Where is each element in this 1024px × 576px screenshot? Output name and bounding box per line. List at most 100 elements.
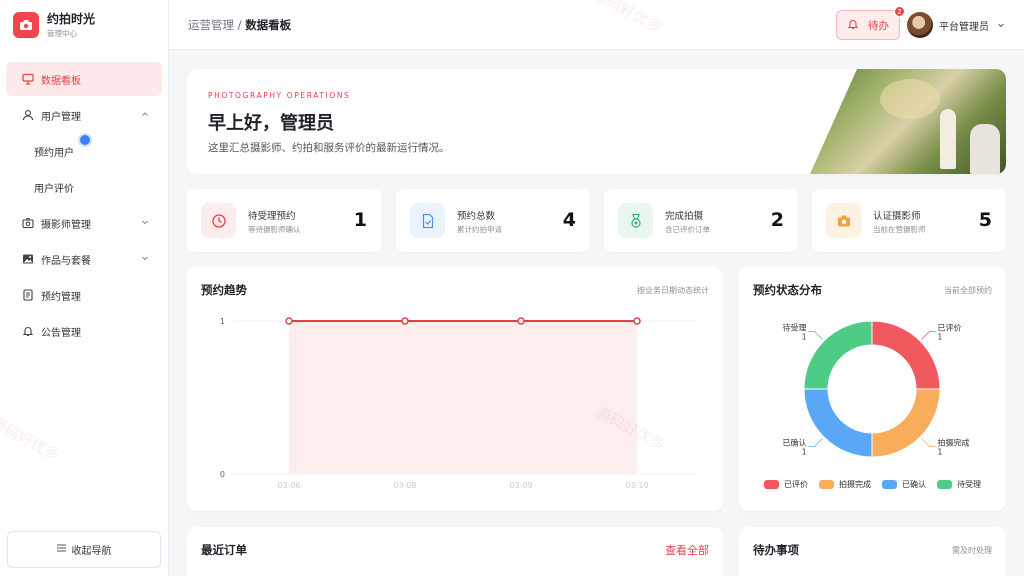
booking-trend-chart: 0 1 03-06 03-08 03-09 03-10 — [220, 317, 697, 490]
x-tick-label: 03-09 — [509, 481, 532, 490]
donut-leader-line — [808, 438, 823, 447]
todo-count-badge: 2 — [894, 6, 905, 17]
recent-orders-card: 最近订单 查看全部 — [187, 527, 723, 576]
legend-label: 已评价 — [784, 480, 808, 489]
legend-swatch — [764, 480, 779, 489]
bell-icon — [847, 18, 859, 33]
camera-icon — [826, 203, 861, 238]
hero-photo — [810, 69, 1006, 174]
donut-slice-label: 已确认 — [783, 437, 807, 447]
y-tick-label: 1 — [220, 317, 225, 326]
app-title: 约拍时光 — [47, 11, 96, 26]
sidebar-item-label: 用户管理 — [41, 111, 81, 123]
donut-leader-line — [808, 331, 823, 340]
stat-value: 2 — [770, 209, 784, 231]
user-menu[interactable]: 平台管理员 — [907, 12, 1006, 38]
legend-label: 拍摄完成 — [839, 480, 871, 489]
medal-icon — [618, 203, 653, 238]
dashboard-icon — [22, 73, 34, 85]
stat-title: 待受理预约 — [248, 211, 296, 222]
x-tick-label: 03-06 — [277, 481, 300, 490]
stat-subtitle: 含已评价订单 — [665, 225, 710, 234]
clock-icon — [201, 203, 236, 238]
nav-menu: 数据看板 用户管理 预约用户 用户评价 摄影师管理 作品与套餐 预约管理 公告管… — [0, 50, 168, 348]
sidebar-item-users[interactable]: 用户管理 — [6, 98, 162, 132]
card-title: 待办事项 — [753, 543, 799, 557]
sidebar-item-label: 用户评价 — [34, 183, 74, 195]
donut-leader-line — [921, 438, 936, 447]
stat-card-total[interactable]: 预约总数 累计约拍申请 4 — [396, 189, 590, 252]
image-icon — [22, 253, 34, 265]
mouse-cursor-indicator — [78, 133, 92, 147]
sidebar-item-label: 数据看板 — [41, 75, 81, 87]
x-tick-label: 03-10 — [625, 481, 648, 490]
bell-icon — [22, 325, 34, 337]
hero-title: 早上好，管理员 — [208, 113, 334, 134]
sidebar-item-user-reviews[interactable]: 用户评价 — [6, 170, 162, 204]
legend-label: 已确认 — [902, 480, 926, 489]
chevron-down-icon — [998, 23, 1004, 28]
breadcrumb-parent[interactable]: 运营管理 / — [188, 18, 242, 32]
stat-value: 4 — [562, 209, 576, 231]
trend-point — [517, 317, 525, 325]
card-title: 最近订单 — [201, 543, 247, 557]
sidebar-item-photographers[interactable]: 摄影师管理 — [6, 206, 162, 240]
sidebar-item-label: 预约用户 — [34, 147, 74, 159]
stat-value: 1 — [353, 209, 367, 231]
sidebar-item-label: 预约管理 — [41, 291, 81, 303]
legend-swatch — [937, 480, 952, 489]
todo-card: 待办事项 需及时处理 — [739, 527, 1006, 576]
stat-card-pending[interactable]: 待受理预约 等待摄影师确认 1 — [187, 189, 381, 252]
collapse-nav-label: 收起导航 — [71, 546, 112, 557]
donut-legend: 已评价 拍摄完成 已确认 待受理 — [739, 479, 1006, 490]
top-bar: 运营管理 / 数据看板 待办 2 平台管理员 — [169, 0, 1024, 50]
trend-point — [401, 317, 409, 325]
stat-title: 预约总数 — [457, 211, 496, 222]
legend-item[interactable]: 已评价 — [764, 479, 808, 490]
stat-subtitle: 当前在营摄影师 — [873, 225, 926, 234]
card-note: 需及时处理 — [952, 546, 992, 555]
user-name: 平台管理员 — [939, 21, 989, 33]
camera-icon — [22, 217, 34, 229]
sidebar-item-label: 公告管理 — [41, 327, 81, 339]
sidebar-item-dashboard[interactable]: 数据看板 — [6, 62, 162, 96]
sidebar-item-bookings[interactable]: 预约管理 — [6, 278, 162, 312]
stat-card-photographers[interactable]: 认证摄影师 当前在营摄影师 5 — [812, 189, 1006, 252]
legend-item[interactable]: 拍摄完成 — [819, 479, 871, 490]
chevron-down-icon — [142, 220, 148, 225]
avatar — [907, 12, 933, 38]
chevron-up-icon — [142, 112, 148, 116]
todo-button[interactable]: 待办 — [836, 10, 900, 40]
stat-subtitle: 等待摄影师确认 — [248, 225, 301, 234]
menu-icon — [56, 544, 66, 555]
breadcrumb: 运营管理 / 数据看板 — [188, 17, 291, 33]
status-donut-chart: 已评价1拍摄完成1已确认1待受理1 — [783, 320, 969, 458]
donut-slice-value: 1 — [937, 333, 942, 342]
camera-logo-icon — [13, 12, 39, 38]
collapse-nav-button[interactable]: 收起导航 — [7, 531, 161, 568]
stat-title: 认证摄影师 — [873, 211, 921, 222]
sidebar-item-label: 作品与套餐 — [41, 255, 91, 267]
legend-item[interactable]: 待受理 — [937, 479, 981, 490]
sidebar-item-announcements[interactable]: 公告管理 — [6, 314, 162, 348]
legend-swatch — [882, 480, 897, 489]
donut-slice-value: 1 — [802, 333, 807, 342]
y-tick-label: 0 — [220, 470, 225, 479]
sidebar-item-works[interactable]: 作品与套餐 — [6, 242, 162, 276]
user-icon — [22, 109, 34, 121]
view-all-link[interactable]: 查看全部 — [665, 542, 709, 558]
stat-card-completed[interactable]: 完成拍摄 含已评价订单 2 — [604, 189, 798, 252]
brand: 约拍时光 管理中心 — [0, 0, 168, 50]
legend-item[interactable]: 已确认 — [882, 479, 926, 490]
donut-leader-line — [921, 331, 936, 340]
sidebar: 约拍时光 管理中心 数据看板 用户管理 预约用户 用户评价 摄影师管理 作品与套… — [0, 0, 169, 576]
stat-subtitle: 累计约拍申请 — [457, 225, 502, 234]
chevron-down-icon — [142, 256, 148, 261]
welcome-banner: PHOTOGRAPHY OPERATIONS 早上好，管理员 这里汇总摄影师、约… — [187, 69, 1006, 174]
sidebar-item-label: 摄影师管理 — [41, 219, 91, 231]
app-subtitle: 管理中心 — [47, 28, 77, 38]
file-check-icon — [410, 203, 445, 238]
legend-swatch — [819, 480, 834, 489]
donut-slice-value: 1 — [802, 447, 807, 456]
x-tick-label: 03-08 — [393, 481, 416, 490]
